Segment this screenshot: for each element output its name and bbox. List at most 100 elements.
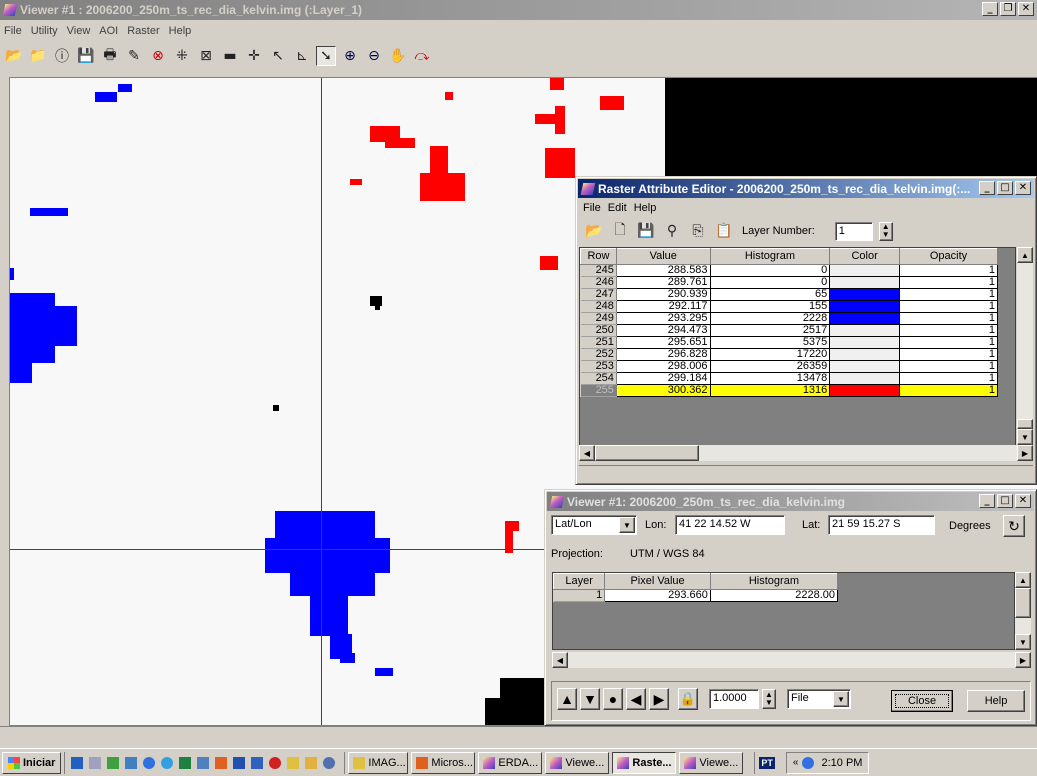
- menu-view[interactable]: View: [67, 25, 91, 37]
- close-button[interactable]: ✕: [1018, 2, 1034, 16]
- color-cell[interactable]: [829, 312, 900, 325]
- minimize-button[interactable]: _: [982, 2, 998, 16]
- close-button[interactable]: ✕: [1015, 181, 1031, 195]
- scroll-left-button[interactable]: ◀: [579, 445, 595, 461]
- value-cell[interactable]: 292.117: [615, 300, 711, 313]
- task-viewer[interactable]: Viewe...: [679, 751, 744, 774]
- value-cell[interactable]: 300.362: [615, 384, 711, 397]
- save-icon[interactable]: 💾: [636, 221, 656, 241]
- scroll-thumb[interactable]: [1015, 588, 1031, 618]
- color-cell[interactable]: [829, 264, 900, 277]
- quicklaunch-app-icon[interactable]: [71, 756, 84, 769]
- value-cell[interactable]: 299.184: [615, 372, 711, 385]
- value-cell[interactable]: 296.828: [615, 348, 711, 361]
- value-cell[interactable]: 289.761: [615, 276, 711, 289]
- menu-file[interactable]: File: [4, 25, 22, 37]
- restore-button[interactable]: ❐: [1000, 2, 1016, 16]
- profile-icon[interactable]: ⊾: [292, 46, 312, 66]
- extent-icon[interactable]: ⊠: [196, 46, 216, 66]
- paste-icon[interactable]: 📋: [714, 221, 734, 241]
- pixel-value-cell[interactable]: 293.660: [604, 589, 711, 602]
- quicklaunch-folder-icon[interactable]: [305, 756, 318, 769]
- table-row[interactable]: 247 290.939 65 1: [580, 288, 999, 301]
- chevron-down-icon[interactable]: ▼: [833, 691, 849, 707]
- scroll-right-button[interactable]: ▶: [1017, 445, 1033, 461]
- opacity-cell[interactable]: 1: [898, 300, 999, 313]
- minimize-button[interactable]: _: [979, 494, 995, 508]
- opacity-cell[interactable]: 1: [898, 276, 999, 289]
- histogram-cell[interactable]: 1316: [709, 384, 831, 397]
- menu-raster[interactable]: Raster: [127, 25, 159, 37]
- color-cell[interactable]: [829, 372, 900, 385]
- value-cell[interactable]: 290.939: [615, 288, 711, 301]
- quicklaunch-ie-icon[interactable]: [143, 756, 156, 769]
- table-row[interactable]: 250 294.473 2517 1: [580, 324, 999, 337]
- refresh-icon[interactable]: ↻: [1003, 515, 1025, 537]
- new-file-icon[interactable]: 🗋: [610, 221, 630, 241]
- pan-hand-icon[interactable]: ✋: [388, 46, 408, 66]
- table-vertical-scrollbar[interactable]: ▲ ▼: [1017, 247, 1033, 445]
- task-micros[interactable]: Micros...: [411, 751, 476, 774]
- scroll-down-button[interactable]: ▼: [1017, 429, 1033, 445]
- task-imag[interactable]: IMAG...: [348, 751, 409, 774]
- quicklaunch-app-icon[interactable]: [161, 756, 174, 769]
- value-cell[interactable]: 298.006: [615, 360, 711, 373]
- table-row[interactable]: 254 299.184 13478 1: [580, 372, 999, 385]
- scroll-down-button[interactable]: ▼: [1015, 634, 1031, 650]
- task-raster-editor[interactable]: Raste...: [612, 751, 677, 774]
- raster-editor-titlebar[interactable]: Raster Attribute Editor - 2006200_250m_t…: [578, 179, 1034, 198]
- info-icon[interactable]: ⓘ: [52, 46, 72, 66]
- main-window-titlebar[interactable]: Viewer #1 : 2006200_250m_ts_rec_dia_kelv…: [0, 0, 1037, 20]
- quicklaunch-app-icon[interactable]: [89, 756, 102, 769]
- table-row[interactable]: 248 292.117 155 1: [580, 300, 999, 313]
- mode-select[interactable]: File ▼: [787, 689, 851, 709]
- menu-edit[interactable]: Edit: [608, 202, 627, 214]
- scroll-left-button[interactable]: ◀: [552, 652, 568, 668]
- menu-help[interactable]: Help: [169, 25, 192, 37]
- histogram-cell[interactable]: 2228.00: [709, 589, 839, 602]
- zoom-fit-icon[interactable]: ⁜: [172, 46, 192, 66]
- histogram-cell[interactable]: 2228: [709, 312, 831, 325]
- lon-input[interactable]: 41 22 14.52 W: [675, 515, 785, 535]
- scroll-up-button[interactable]: ▲: [1015, 572, 1031, 588]
- help-button[interactable]: Help: [967, 690, 1025, 712]
- menu-aoi[interactable]: AOI: [99, 25, 118, 37]
- move-up-icon[interactable]: ▲: [557, 688, 577, 710]
- maximize-button[interactable]: □: [997, 181, 1013, 195]
- inquire-crosshair-vertical[interactable]: [321, 78, 322, 725]
- color-cell[interactable]: [829, 348, 900, 361]
- lat-input[interactable]: 21 59 15.27 S: [828, 515, 935, 535]
- table-row[interactable]: 253 298.006 26359 1: [580, 360, 999, 373]
- zoom-in-icon[interactable]: ⊕: [340, 46, 360, 66]
- quicklaunch-excel-icon[interactable]: [179, 756, 192, 769]
- pixel-table-horizontal-scrollbar[interactable]: ◀ ▶: [552, 652, 1031, 668]
- step-size-input[interactable]: 1.0000: [709, 689, 759, 709]
- table-row[interactable]: 252 296.828 17220 1: [580, 348, 999, 361]
- move-right-icon[interactable]: ▶: [649, 688, 669, 710]
- color-cell[interactable]: [829, 276, 900, 289]
- measure-icon[interactable]: ▬: [220, 46, 240, 66]
- col-header-color[interactable]: Color: [829, 248, 900, 265]
- column-properties-icon[interactable]: ⚲: [662, 221, 682, 241]
- opacity-cell[interactable]: 1: [898, 336, 999, 349]
- quicklaunch-app-icon[interactable]: [107, 756, 120, 769]
- lock-icon[interactable]: 🔒: [678, 688, 698, 710]
- maximize-button[interactable]: □: [997, 494, 1013, 508]
- opacity-cell[interactable]: 1: [898, 264, 999, 277]
- col-header-layer[interactable]: Layer: [553, 573, 606, 590]
- close-button[interactable]: ✕: [1015, 494, 1031, 508]
- quicklaunch-app-icon[interactable]: [323, 756, 336, 769]
- save-icon[interactable]: 💾: [76, 46, 96, 66]
- layer-number-spinner[interactable]: ▲ ▼: [878, 221, 893, 241]
- open-folder-icon[interactable]: 📂: [584, 221, 604, 241]
- histogram-cell[interactable]: 26359: [709, 360, 831, 373]
- histogram-cell[interactable]: 13478: [709, 372, 831, 385]
- table-row[interactable]: 249 293.295 2228 1: [580, 312, 999, 325]
- col-header-opacity[interactable]: Opacity: [898, 248, 999, 265]
- clock[interactable]: 2:10 PM: [821, 757, 862, 769]
- col-header-pixel-value[interactable]: Pixel Value: [604, 573, 711, 590]
- scroll-up-button[interactable]: ▲: [1017, 247, 1033, 263]
- scroll-thumb[interactable]: [595, 445, 699, 461]
- chevron-down-icon[interactable]: ▼: [619, 517, 635, 533]
- table-row[interactable]: 245 288.583 0 1: [580, 264, 999, 277]
